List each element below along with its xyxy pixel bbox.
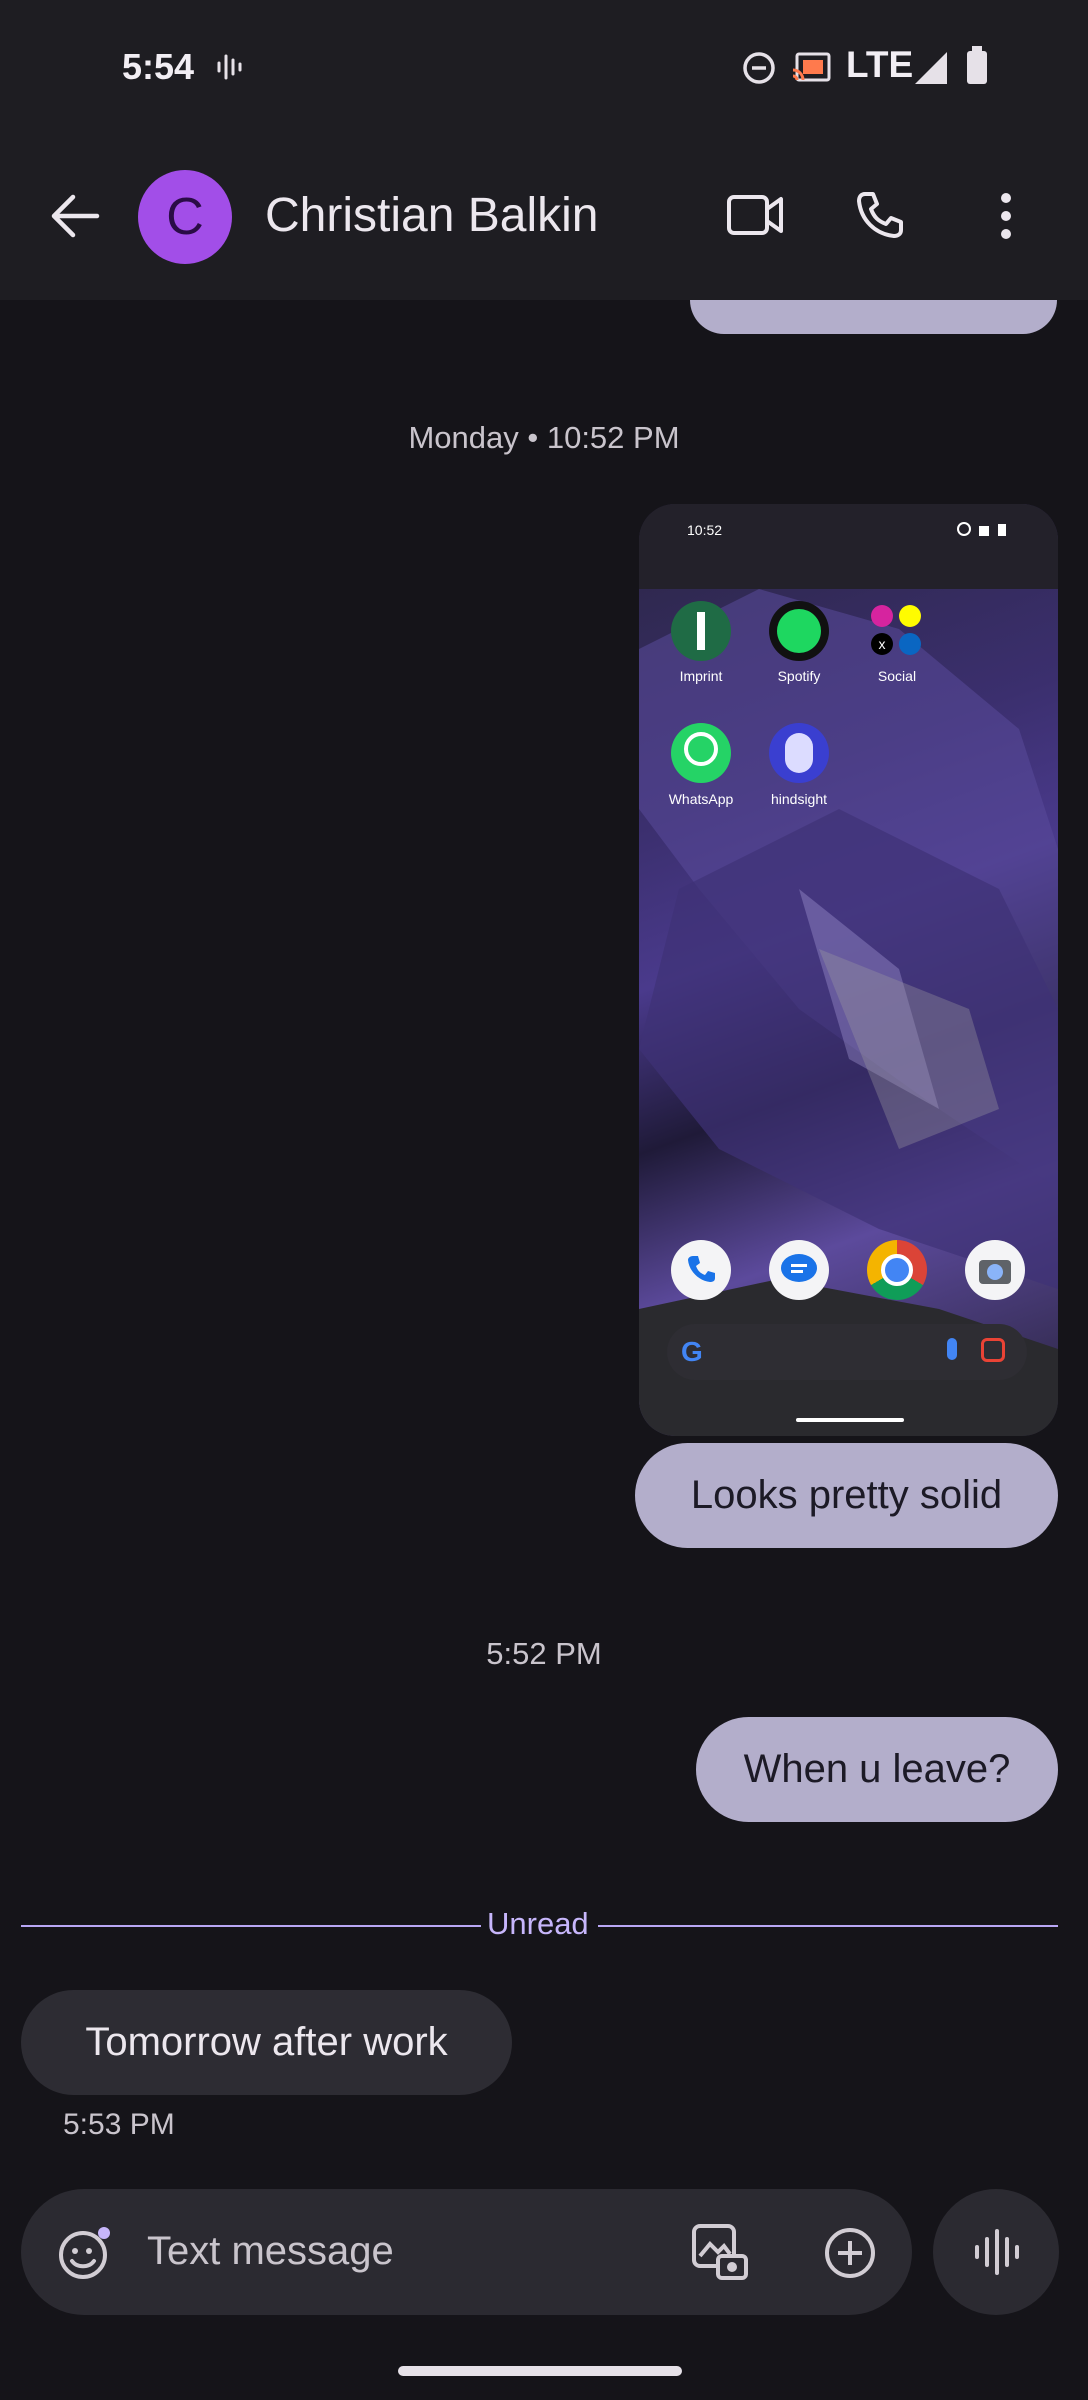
contact-avatar[interactable]: C [138, 170, 232, 264]
contact-name[interactable]: Christian Balkin [265, 188, 598, 243]
app-label: Social [877, 668, 917, 684]
message-input[interactable]: Text message [147, 2229, 394, 2274]
messages-app-icon[interactable] [769, 1240, 829, 1300]
spotify-app-icon[interactable] [769, 601, 829, 661]
screenshot-status-icons [957, 522, 1021, 536]
phone-call-icon[interactable] [855, 190, 905, 240]
imprint-app-icon[interactable] [671, 601, 731, 661]
time-separator: 5:52 PM [486, 1636, 602, 1671]
network-label: LTE [846, 44, 914, 85]
gallery-icon[interactable] [690, 2222, 752, 2284]
voice-input-button[interactable] [933, 2189, 1059, 2315]
message-timestamp: 5:53 PM [63, 2108, 175, 2141]
signal-icon [915, 52, 947, 84]
date-separator: Monday • 10:52 PM [408, 420, 680, 455]
app-label: hindsight [770, 791, 828, 807]
social-folder-icon[interactable]: x [867, 601, 927, 661]
voice-activity-icon [217, 54, 242, 80]
emoji-icon[interactable] [57, 2225, 113, 2281]
whatsapp-app-icon[interactable] [671, 723, 731, 783]
status-time: 5:54 [122, 46, 195, 87]
cast-icon [792, 52, 831, 82]
screenshot-home-indicator [796, 1418, 904, 1422]
home-indicator [398, 2366, 682, 2376]
screenshot-mic-icon [947, 1338, 957, 1360]
more-options-icon[interactable] [994, 191, 1018, 241]
outgoing-message-bubble[interactable]: Looks pretty solid [635, 1443, 1058, 1548]
wallpaper-crystal [639, 589, 1058, 1436]
video-call-icon[interactable] [726, 191, 784, 239]
hindsight-app-icon[interactable] [769, 723, 829, 783]
do-not-disturb-icon [743, 52, 775, 84]
app-label: WhatsApp [668, 791, 734, 807]
shared-screenshot-image[interactable]: 10:52 Imprint Spotify x Social WhatsApp … [639, 504, 1058, 1436]
incoming-message-bubble[interactable]: Tomorrow after work [21, 1990, 512, 2095]
previous-message-bubble[interactable] [690, 300, 1057, 334]
screenshot-lens-icon [981, 1338, 1005, 1362]
google-g-icon: G [681, 1336, 703, 1367]
unread-divider-line [21, 1925, 481, 1927]
outgoing-message-bubble[interactable]: When u leave? [696, 1717, 1058, 1822]
screenshot-search-bar[interactable]: G [667, 1324, 1027, 1380]
screenshot-status-time: 10:52 [687, 522, 723, 538]
app-label: Spotify [777, 668, 821, 684]
camera-app-icon[interactable] [965, 1240, 1025, 1300]
back-arrow-icon[interactable] [49, 191, 101, 241]
chrome-app-icon[interactable] [867, 1240, 927, 1300]
unread-label: Unread [487, 1906, 589, 1941]
battery-icon [967, 46, 987, 84]
voice-input-icon [975, 2229, 1019, 2275]
add-icon[interactable] [823, 2226, 877, 2280]
app-label: Imprint [679, 668, 723, 684]
phone-app-icon[interactable] [671, 1240, 731, 1300]
screenshot-status-bar [639, 504, 1058, 589]
unread-divider-line [598, 1925, 1058, 1927]
